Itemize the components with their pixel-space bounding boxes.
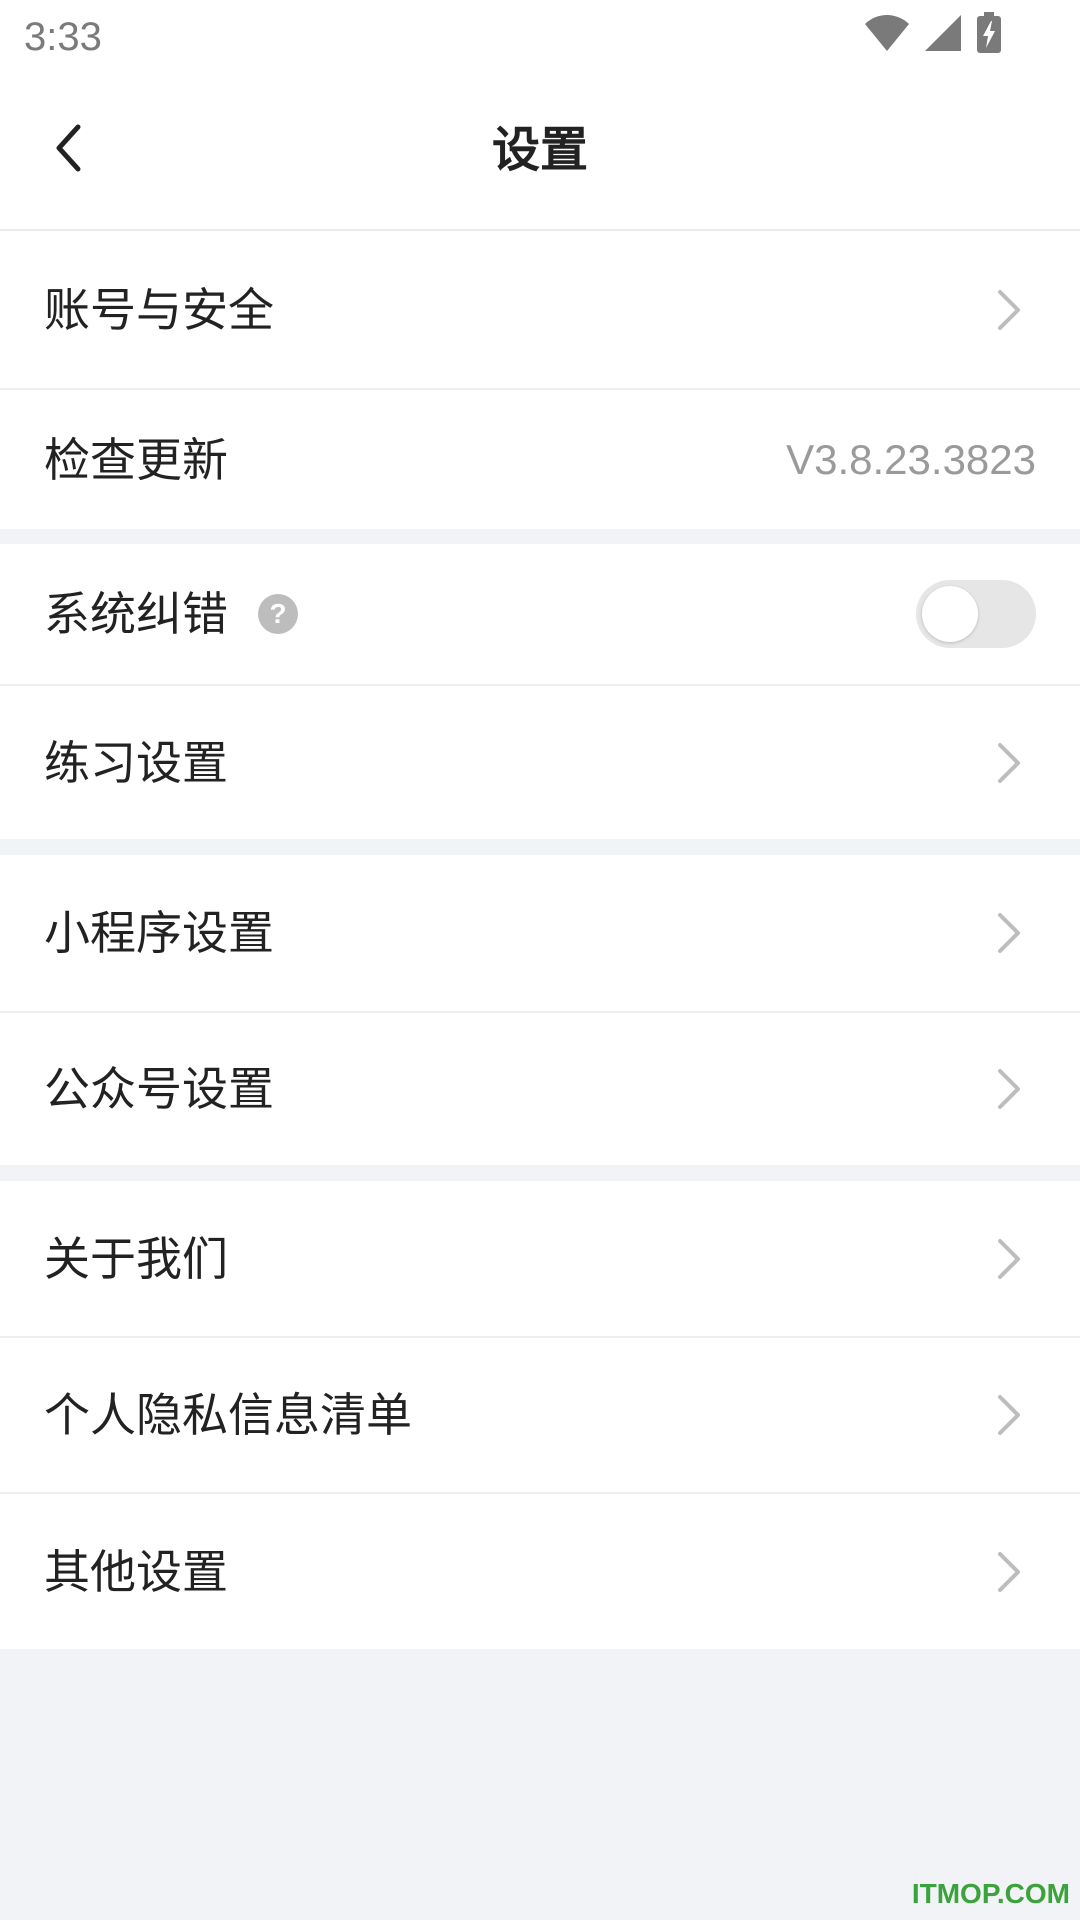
wifi-icon <box>864 14 910 56</box>
chevron-right-icon <box>994 288 1024 332</box>
row-label: 系统纠错 <box>44 587 228 641</box>
row-label: 练习设置 <box>44 735 228 790</box>
row-label: 其他设置 <box>44 1544 228 1599</box>
watermark: ITMOP.COM <box>911 1878 1070 1909</box>
status-bar: 3:33 <box>0 0 1080 74</box>
status-time: 3:33 <box>24 15 102 59</box>
chevron-right-icon <box>994 1237 1024 1281</box>
system-correction-toggle[interactable] <box>916 580 1036 648</box>
chevron-right-icon <box>994 741 1024 785</box>
page-title: 设置 <box>491 122 588 178</box>
row-label: 关于我们 <box>44 1231 228 1286</box>
row-practice-settings[interactable]: 练习设置 <box>0 684 1080 839</box>
settings-group-account: 账号与安全 检查更新 V3.8.23.3823 <box>0 231 1080 529</box>
status-icons <box>864 12 1002 58</box>
app-bar: 设置 <box>0 74 1080 231</box>
row-system-correction: 系统纠错 ? <box>0 544 1080 684</box>
row-privacy-info-list[interactable]: 个人隐私信息清单 <box>0 1336 1080 1492</box>
chevron-right-icon <box>994 1067 1024 1111</box>
version-value: V3.8.23.3823 <box>786 435 1036 483</box>
row-mini-program-settings[interactable]: 小程序设置 <box>0 855 1080 1011</box>
cellular-signal-icon <box>924 14 962 56</box>
row-label: 账号与安全 <box>44 282 274 337</box>
row-other-settings[interactable]: 其他设置 <box>0 1492 1080 1649</box>
chevron-right-icon <box>994 911 1024 955</box>
row-label: 公众号设置 <box>44 1062 274 1116</box>
row-official-account-settings[interactable]: 公众号设置 <box>0 1011 1080 1165</box>
settings-group-about: 关于我们 个人隐私信息清单 其他设置 <box>0 1181 1080 1649</box>
settings-group-mini-programs: 小程序设置 公众号设置 <box>0 855 1080 1165</box>
chevron-right-icon <box>994 1393 1024 1437</box>
row-label: 个人隐私信息清单 <box>44 1388 412 1442</box>
chevron-right-icon <box>994 1550 1024 1594</box>
row-about-us[interactable]: 关于我们 <box>0 1181 1080 1336</box>
settings-screen: 3:33 设置 账号与安全 检查更新 V3.8.23.3823 系统纠错 ? 练… <box>0 0 1080 1920</box>
settings-group-practice: 系统纠错 ? 练习设置 <box>0 544 1080 839</box>
help-icon[interactable]: ? <box>258 594 298 634</box>
toggle-knob <box>922 586 978 642</box>
row-label: 检查更新 <box>44 432 228 487</box>
battery-charging-icon <box>976 12 1002 58</box>
row-account-security[interactable]: 账号与安全 <box>0 231 1080 388</box>
row-check-update[interactable]: 检查更新 V3.8.23.3823 <box>0 388 1080 529</box>
row-label: 小程序设置 <box>44 906 274 960</box>
